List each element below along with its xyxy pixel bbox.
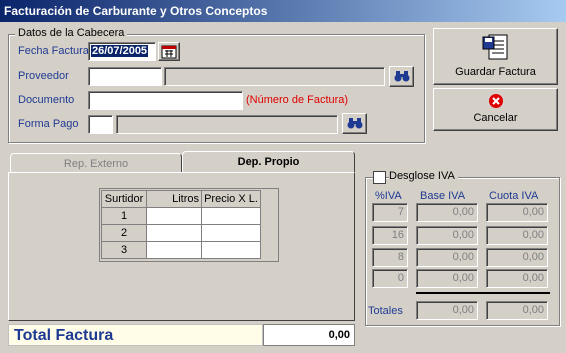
col-litros: Litros	[146, 190, 202, 208]
iva-pct-field: 0	[372, 269, 408, 288]
iva-cuota-field: 0,00	[486, 248, 548, 267]
surtidor-cell: 3	[101, 241, 147, 259]
surtidor-cell: 1	[101, 207, 147, 225]
surtidor-cell: 2	[101, 224, 147, 242]
iva-cuota-field: 0,00	[486, 226, 548, 245]
iva-totals-label: Totales	[368, 305, 403, 317]
fecha-input[interactable]: 26/07/2005	[88, 42, 156, 61]
precio-cell[interactable]	[201, 224, 261, 242]
col-surtidor: Surtidor	[101, 190, 147, 208]
iva-pct-header: %IVA	[375, 190, 402, 202]
iva-divider	[416, 292, 550, 294]
calendar-icon	[161, 45, 177, 59]
iva-group-title: Desglose IVA	[389, 170, 458, 182]
documento-input[interactable]	[88, 91, 243, 110]
litros-cell[interactable]	[146, 241, 202, 259]
litros-cell[interactable]	[146, 207, 202, 225]
forma-pago-code-input[interactable]	[88, 115, 113, 134]
iva-total-cuota-field: 0,00	[486, 301, 548, 320]
iva-checkbox[interactable]	[373, 171, 386, 184]
save-document-icon	[482, 34, 507, 60]
window-title: Facturación de Carburante y Otros Concep…	[0, 0, 566, 22]
iva-base-header: Base IVA	[420, 190, 466, 202]
proveedor-name-field	[164, 67, 385, 86]
tab-dep-propio-label: Dep. Propio	[237, 156, 300, 168]
proveedor-code-input[interactable]	[88, 67, 162, 86]
binoculars-icon	[394, 71, 409, 82]
tab-dep-propio[interactable]: Dep. Propio	[182, 151, 355, 173]
table-row: 2	[101, 224, 261, 242]
iva-base-field: 0,00	[416, 226, 478, 245]
iva-base-field: 0,00	[416, 248, 478, 267]
header-group-title: Datos de la Cabecera	[15, 27, 128, 39]
surtidor-table: Surtidor Litros Precio X L. 1 2 3	[101, 190, 261, 259]
iva-pct-field: 8	[372, 248, 408, 267]
documento-label: Documento	[18, 94, 75, 106]
proveedor-search-button[interactable]	[389, 66, 414, 87]
table-header-row: Surtidor Litros Precio X L.	[101, 190, 261, 208]
iva-total-base-field: 0,00	[416, 301, 478, 320]
fecha-label: Fecha Factura	[18, 45, 89, 57]
iva-cuota-field: 0,00	[486, 269, 548, 288]
table-row: 3	[101, 241, 261, 259]
iva-base-field: 0,00	[416, 203, 478, 222]
save-button[interactable]: Guardar Factura	[433, 28, 558, 85]
forma-pago-name-field	[116, 115, 338, 134]
total-label: Total Factura	[8, 324, 263, 346]
cancel-icon	[488, 94, 503, 108]
forma-pago-search-button[interactable]	[342, 113, 367, 134]
cancel-button[interactable]: Cancelar	[433, 88, 558, 131]
litros-cell[interactable]	[146, 224, 202, 242]
calendar-button[interactable]	[158, 42, 180, 61]
tab-rep-externo[interactable]: Rep. Externo	[10, 153, 182, 173]
save-label: Guardar Factura	[455, 66, 536, 78]
tab-rep-externo-label: Rep. Externo	[63, 158, 129, 170]
iva-pct-field: 7	[372, 203, 408, 222]
table-row: 1	[101, 207, 261, 225]
forma-pago-label: Forma Pago	[18, 118, 79, 130]
iva-cuota-field: 0,00	[486, 203, 548, 222]
total-value: 0,00	[263, 324, 355, 346]
iva-base-field: 0,00	[416, 269, 478, 288]
col-precio: Precio X L.	[201, 190, 261, 208]
iva-cuota-header: Cuota IVA	[489, 190, 539, 202]
fecha-value: 26/07/2005	[91, 45, 149, 57]
binoculars-icon	[347, 118, 362, 129]
precio-cell[interactable]	[201, 207, 261, 225]
proveedor-label: Proveedor	[18, 70, 69, 82]
iva-pct-field: 16	[372, 226, 408, 245]
cancel-label: Cancelar	[473, 112, 518, 124]
documento-hint: (Número de Factura)	[246, 94, 349, 106]
precio-cell[interactable]	[201, 241, 261, 259]
